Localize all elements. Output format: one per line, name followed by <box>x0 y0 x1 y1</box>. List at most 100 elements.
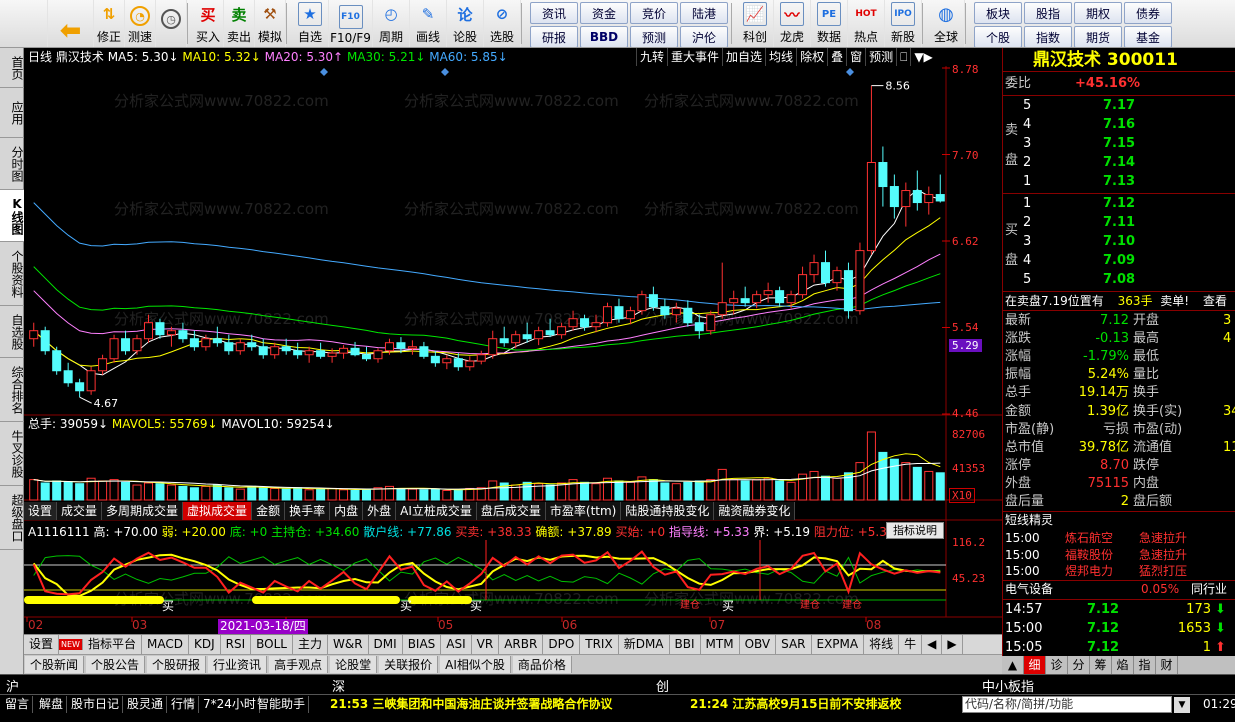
nav-yanbao[interactable]: 研报 <box>530 26 578 47</box>
ask-price[interactable]: 7.13 <box>1103 173 1135 191</box>
btn-window[interactable]: 窗 <box>846 48 865 66</box>
status-gulingtong[interactable]: 股灵通 <box>124 696 168 713</box>
subtab-margin[interactable]: 融资融券变化 <box>714 502 796 520</box>
bid-price[interactable]: 7.11 <box>1103 214 1135 232</box>
ind-tab-wr[interactable]: W&R <box>328 635 369 654</box>
ind-tab-boll[interactable]: BOLL <box>251 635 293 654</box>
info-tab-reports[interactable]: 个股研报 <box>147 656 207 673</box>
left-tab-watchlist[interactable]: 自选股 <box>0 306 24 358</box>
ind-tab-platform[interactable]: 指标平台 <box>83 635 142 654</box>
nav-jijin[interactable]: 基金 <box>1124 26 1172 47</box>
nav-gegu[interactable]: 个股 <box>974 26 1022 47</box>
ask-price[interactable]: 7.17 <box>1103 97 1135 115</box>
dragon-tiger-button[interactable]: 〰 龙虎 <box>774 0 811 47</box>
ind-tab-macd[interactable]: MACD <box>142 635 189 654</box>
ind-tab-niu[interactable]: 牛 <box>899 635 923 654</box>
ind-tab-newdma[interactable]: 新DMA <box>619 635 670 654</box>
buy-button[interactable]: 买 买入 <box>193 0 224 47</box>
simulate-button[interactable]: ⚒ 模拟 <box>255 0 286 47</box>
select-stock-button[interactable]: ⊘ 选股 <box>484 0 521 47</box>
left-tab-super-panel[interactable]: 超级盘口 <box>0 486 24 550</box>
kline-chart-area[interactable]: 分析家公式网www.70822.com 分析家公式网www.70822.com … <box>24 48 1002 634</box>
panel-tab-index[interactable]: 指 <box>1134 656 1156 674</box>
nav-jingjia[interactable]: 竞价 <box>630 2 678 24</box>
left-tab-ranking[interactable]: 综合排名 <box>0 358 24 422</box>
subtab-turnover[interactable]: 换手率 <box>285 502 331 520</box>
subtab-multi-period-volume[interactable]: 多周期成交量 <box>102 502 184 520</box>
adjust-button[interactable]: ⇅ 修正 <box>94 0 125 47</box>
ind-tab-jiangxian[interactable]: 将线 <box>864 635 900 654</box>
short-stock[interactable]: 煜邦电力 <box>1065 562 1113 580</box>
left-tab-kline[interactable]: K线图 <box>0 190 24 242</box>
status-message[interactable]: 留言 <box>2 696 34 713</box>
ind-tab-expma[interactable]: EXPMA <box>812 635 865 654</box>
ind-tab-arbr[interactable]: ARBR <box>499 635 544 654</box>
nav-zijin[interactable]: 资金 <box>580 2 628 24</box>
info-tab-industry[interactable]: 行业资讯 <box>208 656 268 673</box>
bid-price[interactable]: 7.10 <box>1103 233 1135 251</box>
panel-tab-finance[interactable]: 财 <box>1156 656 1178 674</box>
left-tab-diagnosis[interactable]: 牛叉诊股 <box>0 422 24 486</box>
info-tab-experts[interactable]: 高手观点 <box>269 656 329 673</box>
scroll-right-icon[interactable]: ▶ <box>942 635 963 654</box>
watchlist-button[interactable]: ★ 自选 <box>292 0 329 47</box>
nav-yuce[interactable]: 预测 <box>630 26 678 47</box>
panel-tab-minute[interactable]: 分 <box>1068 656 1090 674</box>
ind-tab-bbi[interactable]: BBI <box>670 635 701 654</box>
ind-tab-obv[interactable]: OBV <box>740 635 777 654</box>
ind-tab-trix[interactable]: TRIX <box>580 635 619 654</box>
global-button[interactable]: ◍ 全球 <box>928 0 965 47</box>
f10-button[interactable]: F10 F10/F9 <box>329 0 373 47</box>
subtab-amount[interactable]: 金额 <box>252 502 286 520</box>
news-ticker-2[interactable]: 21:24 江苏高校9月15日前不安排返校 <box>690 696 901 713</box>
bid-price[interactable]: 7.08 <box>1103 271 1135 289</box>
bid-price[interactable]: 7.09 <box>1103 252 1135 270</box>
ind-tab-dpo[interactable]: DPO <box>543 635 581 654</box>
btn-add-watchlist[interactable]: 加自选 <box>722 48 765 66</box>
status-market[interactable]: 行情 <box>168 696 200 713</box>
short-stock[interactable]: 福鞍股份 <box>1065 546 1113 564</box>
sell-button[interactable]: 卖 卖出 <box>224 0 255 47</box>
ind-tab-kdj[interactable]: KDJ <box>189 635 221 654</box>
indicator-help-button[interactable]: 指标说明 <box>886 522 944 539</box>
subtab-ai-volume[interactable]: AI立桩成交量 <box>396 502 477 520</box>
draw-line-button[interactable]: ✎ 画线 <box>410 0 447 47</box>
panel-tab-chips[interactable]: 筹 <box>1090 656 1112 674</box>
back-button[interactable]: ⬅ <box>48 0 94 47</box>
panel-tab-flame[interactable]: 焰 <box>1112 656 1134 674</box>
subtab-after-hours-volume[interactable]: 盘后成交量 <box>476 502 546 520</box>
ask-price[interactable]: 7.14 <box>1103 154 1135 172</box>
status-assistant[interactable]: 智能助手 <box>254 696 310 713</box>
nav-hulun[interactable]: 沪伦 <box>680 26 728 47</box>
ipo-button[interactable]: IPO 新股 <box>885 0 922 47</box>
btn-exright[interactable]: 除权 <box>796 48 827 66</box>
left-tab-apps[interactable]: 应用 <box>0 88 24 138</box>
pin-arrow-icon[interactable]: ▼▶ <box>910 48 935 66</box>
exchange-sz[interactable]: 深 <box>332 676 345 695</box>
ind-tab-asi[interactable]: ASI <box>441 635 472 654</box>
kechuang-button[interactable]: 📈 科创 <box>737 0 774 47</box>
data-button[interactable]: PE 数据 <box>811 0 848 47</box>
status-7x24[interactable]: 7*24小时 <box>200 696 260 713</box>
ask-price[interactable]: 7.15 <box>1103 135 1135 153</box>
search-dropdown-icon[interactable]: ▼ <box>1174 697 1190 713</box>
period-button[interactable]: ◴ 周期 <box>373 0 410 47</box>
status-analysis[interactable]: 解盘 <box>36 696 68 713</box>
news-ticker-1[interactable]: 21:53 三峡集团和中国海油庄谈并签署战略合作协议 <box>330 696 612 713</box>
left-tab-profile[interactable]: 个股资料 <box>0 242 24 306</box>
scroll-left-icon[interactable]: ◀ <box>922 635 943 654</box>
subtab-settings[interactable]: 设置 <box>24 502 58 520</box>
btn-jiuzhuan[interactable]: 九转 <box>636 48 667 66</box>
nav-qihuo[interactable]: 期货 <box>1074 26 1122 47</box>
subtab-inner[interactable]: 内盘 <box>330 502 364 520</box>
ind-tab-sar[interactable]: SAR <box>776 635 812 654</box>
sector-row[interactable]: 电气设备 0.05% 同行业 <box>1005 580 1227 598</box>
exchange-cy[interactable]: 创 <box>656 676 669 695</box>
ind-tab-bias[interactable]: BIAS <box>403 635 442 654</box>
panel-up-icon[interactable]: ▲ <box>1002 656 1024 674</box>
subtab-pe-ttm[interactable]: 市盈率(ttm) <box>545 502 622 520</box>
exchange-zxb[interactable]: 中小板指 <box>982 676 1034 695</box>
left-tab-timeshare[interactable]: 分时图 <box>0 138 24 190</box>
nav-zhishu[interactable]: 指数 <box>1024 26 1072 47</box>
discuss-button[interactable]: 论 论股 <box>447 0 484 47</box>
